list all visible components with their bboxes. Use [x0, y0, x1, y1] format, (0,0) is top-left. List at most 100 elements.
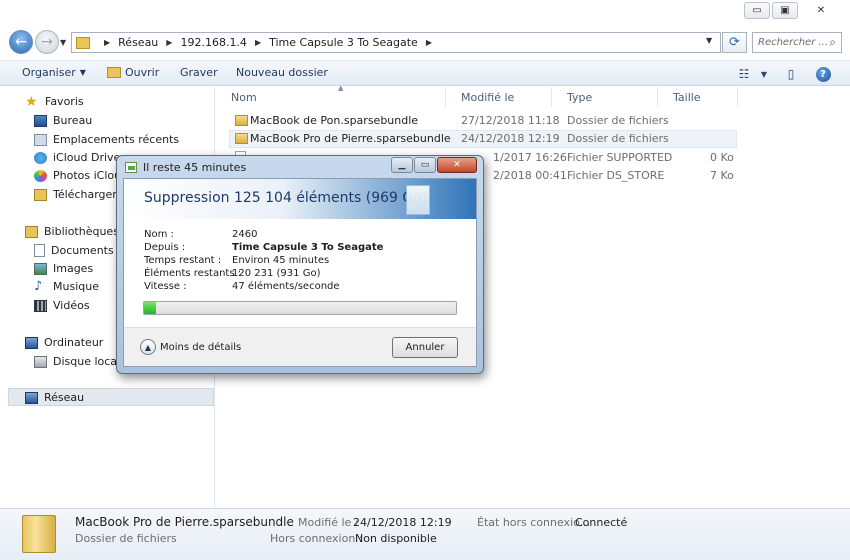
network-folder-icon — [76, 36, 90, 49]
folder-icon — [235, 133, 248, 144]
file-date: 27/12/2018 11:18 — [461, 114, 560, 127]
nav-favoris[interactable]: ★ Favoris — [25, 95, 84, 109]
view-dropdown[interactable]: ▼ — [754, 65, 774, 83]
command-bar: Organiser ▼ Ouvrir Graver Nouveau dossie… — [0, 60, 850, 86]
details-modified-label: Modifié le : — [298, 516, 359, 529]
chevron-right-icon: ▶ — [104, 38, 111, 47]
file-date: 24/12/2018 12:19 — [461, 132, 560, 145]
maximize-button[interactable]: ▣ — [772, 2, 798, 19]
forward-button[interactable]: → — [35, 30, 59, 54]
dialog-window-controls: ▁ ▭ ✕ — [391, 157, 477, 173]
close-button[interactable]: ✕ — [800, 2, 842, 19]
organiser-button[interactable]: Organiser ▼ — [22, 66, 86, 79]
nav-bureau-label: Bureau — [53, 114, 93, 127]
nav-reseau[interactable]: Réseau — [25, 391, 84, 404]
nav-emplacements[interactable]: Emplacements récents — [34, 133, 179, 146]
less-details-button[interactable]: ▲ Moins de détails — [140, 339, 241, 355]
view-list-icon: ☷ — [738, 67, 750, 81]
nav-icloud[interactable]: iCloud Drive — [34, 151, 120, 164]
file-type: Fichier DS_STORE — [567, 169, 665, 182]
nav-bibliotheques-label: Bibliothèques — [44, 225, 119, 238]
local-disk-icon — [34, 355, 47, 368]
ouvrir-button[interactable]: Ouvrir — [107, 66, 159, 79]
graver-button[interactable]: Graver — [180, 66, 218, 79]
crumb-reseau[interactable]: Réseau — [118, 36, 158, 49]
details-modified-value: 24/12/2018 12:19 — [353, 516, 452, 529]
chevron-right-icon[interactable]: ▶ — [166, 38, 172, 47]
chevron-right-icon[interactable]: ▶ — [255, 38, 261, 47]
icloud-icon — [34, 151, 47, 164]
nav-musique[interactable]: ♪ Musique — [34, 280, 99, 294]
videos-icon — [34, 299, 47, 312]
nav-bibliotheques[interactable]: Bibliothèques — [25, 225, 119, 238]
details-offline-state-value: Connecté — [575, 516, 628, 529]
view-options-button[interactable]: ☷ — [734, 65, 754, 83]
column-taille-label: Taille — [673, 90, 701, 104]
dialog-minimize-button[interactable]: ▁ — [391, 157, 413, 173]
nav-videos[interactable]: Vidéos — [34, 299, 90, 312]
chevron-right-icon[interactable]: ▶ — [426, 38, 432, 47]
value-elements: 120 231 (931 Go) — [232, 268, 321, 279]
label-temps: Temps restant : — [144, 255, 222, 266]
nav-musique-label: Musique — [53, 280, 99, 293]
cancel-button[interactable]: Annuler — [392, 337, 458, 358]
details-type: Dossier de fichiers — [75, 532, 177, 545]
breadcrumb: ▶ Réseau ▶ 192.168.1.4 ▶ Time Capsule 3 … — [96, 36, 440, 49]
recycle-glow-icon — [406, 185, 430, 215]
minimize-button[interactable]: ▭ — [744, 2, 770, 19]
dialog-banner: Suppression 125 104 éléments (969 Go) — [124, 179, 476, 219]
progress-bar-fill — [144, 302, 157, 314]
nav-documents[interactable]: Documents — [34, 244, 114, 257]
column-header-modifie[interactable]: Modifié le — [446, 87, 552, 107]
crumb-time-capsule[interactable]: Time Capsule 3 To Seagate — [269, 36, 418, 49]
network-icon — [25, 391, 38, 404]
file-row[interactable]: MacBook de Pon.sparsebundle 27/12/2018 1… — [229, 112, 737, 130]
nouveau-dossier-label: Nouveau dossier — [236, 66, 328, 79]
column-header-taille[interactable]: Taille — [658, 87, 738, 107]
column-header-nom[interactable]: Nom ▲ — [216, 84, 446, 107]
nav-videos-label: Vidéos — [53, 299, 90, 312]
column-header-type[interactable]: Type — [552, 87, 658, 107]
value-vitesse: 47 éléments/seconde — [232, 281, 340, 292]
value-depuis[interactable]: Time Capsule 3 To Seagate — [232, 242, 383, 253]
dialog-title-text: Il reste 45 minutes — [143, 161, 247, 174]
dialog-maximize-button[interactable]: ▭ — [414, 157, 436, 173]
nouveau-dossier-button[interactable]: Nouveau dossier — [236, 66, 328, 79]
file-size: 7 Ko — [710, 169, 734, 182]
file-date: 2/2018 00:41 — [493, 169, 567, 182]
nav-ordinateur-label: Ordinateur — [44, 336, 104, 349]
desktop-icon — [34, 114, 47, 127]
recent-pages-dropdown[interactable]: ▼ — [60, 38, 66, 47]
refresh-button[interactable]: ⟳ — [722, 32, 747, 53]
file-type: Fichier SUPPORTED — [567, 151, 673, 164]
address-bar[interactable]: ▶ Réseau ▶ 192.168.1.4 ▶ Time Capsule 3 … — [71, 32, 721, 53]
photos-icon — [34, 169, 47, 182]
preview-pane-button[interactable]: ▯ — [781, 65, 801, 83]
dialog-footer: ▲ Moins de détails Annuler — [124, 327, 476, 366]
delete-progress-dialog: Il reste 45 minutes ▁ ▭ ✕ Suppression 12… — [116, 155, 484, 374]
label-elements: Éléments restants : — [144, 268, 242, 279]
recent-places-icon — [34, 133, 47, 146]
nav-images[interactable]: Images — [34, 262, 93, 275]
window-titlebar: ▭ ▣ ✕ — [0, 0, 850, 24]
help-button[interactable]: ? — [813, 65, 833, 83]
window-controls: ▭ ▣ ✕ — [744, 2, 842, 19]
dialog-body: Suppression 125 104 éléments (969 Go) No… — [123, 178, 477, 367]
computer-icon — [25, 336, 38, 349]
organiser-label: Organiser — [22, 66, 76, 79]
nav-documents-label: Documents — [51, 244, 114, 257]
pictures-icon — [34, 262, 47, 275]
progress-window-icon — [125, 162, 137, 173]
nav-images-label: Images — [53, 262, 94, 275]
label-nom: Nom : — [144, 229, 174, 240]
search-placeholder: Rechercher ... — [758, 37, 829, 48]
nav-ordinateur[interactable]: Ordinateur — [25, 336, 103, 349]
search-input[interactable]: Rechercher ... ⌕ — [752, 32, 842, 53]
file-row-selected[interactable]: MacBook Pro de Pierre.sparsebundle 24/12… — [229, 130, 737, 148]
dialog-close-button[interactable]: ✕ — [437, 157, 477, 173]
crumb-ip[interactable]: 192.168.1.4 — [180, 36, 246, 49]
back-button[interactable]: ← — [9, 30, 33, 54]
nav-bureau[interactable]: Bureau — [34, 114, 92, 127]
nav-photos[interactable]: Photos iCloud — [34, 169, 128, 182]
address-dropdown[interactable]: ▼ — [706, 36, 712, 45]
